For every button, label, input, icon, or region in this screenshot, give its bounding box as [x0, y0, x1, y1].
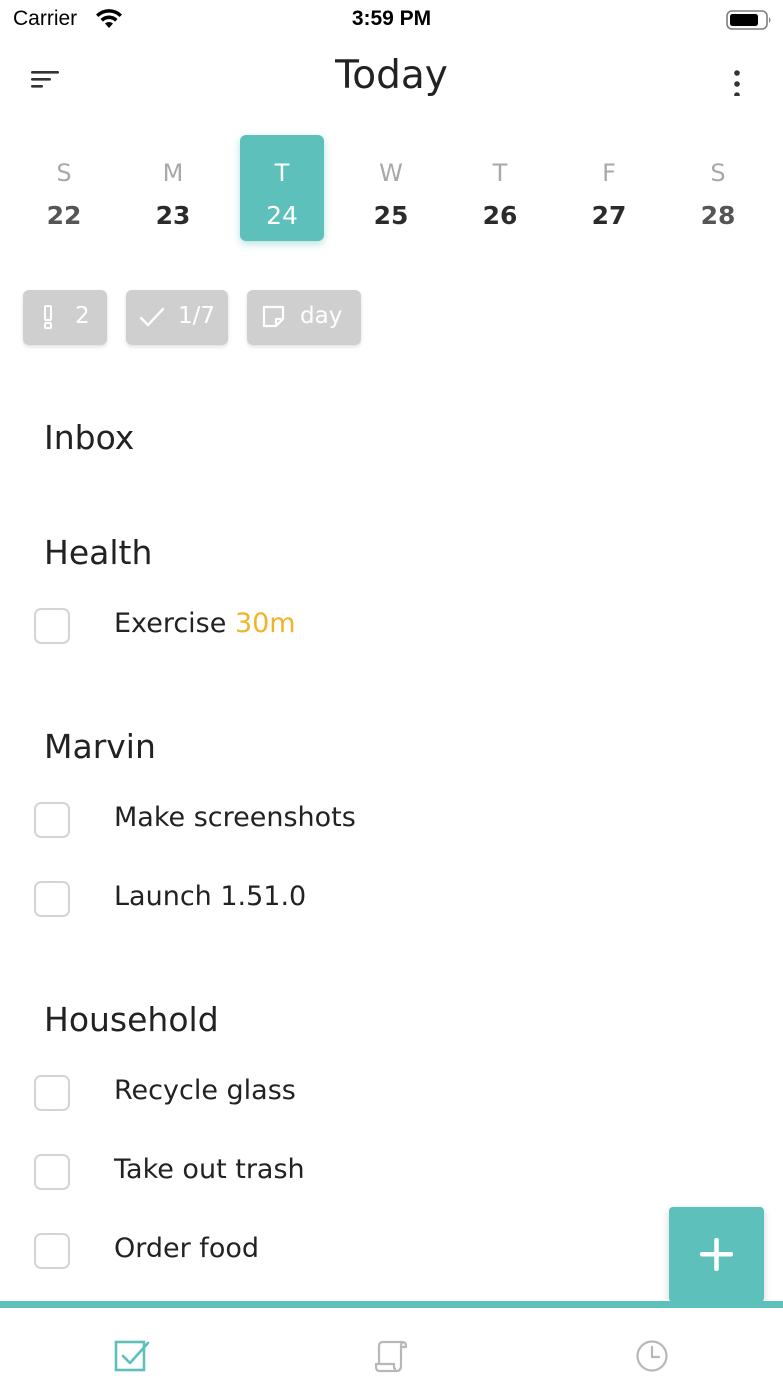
status-bar: Carrier 3:59 PM — [0, 0, 783, 40]
task-checkbox[interactable] — [34, 881, 70, 917]
task-checkbox[interactable] — [34, 1075, 70, 1111]
day-of-week: T — [274, 159, 290, 187]
day-of-week: S — [710, 159, 726, 187]
task-checkbox[interactable] — [34, 1154, 70, 1190]
priority-count: 2 — [75, 303, 90, 329]
section-title-health: Health — [44, 533, 153, 572]
task-label[interactable]: Recycle glass — [114, 1075, 296, 1106]
checkmark-icon — [138, 304, 166, 336]
day-date: 24 — [266, 201, 298, 230]
day-date: 28 — [700, 201, 736, 230]
tab-tasks[interactable] — [106, 1330, 156, 1380]
task-label[interactable]: Launch 1.51.0 — [114, 881, 306, 912]
task-checkbox[interactable] — [34, 802, 70, 838]
header: Today — [0, 48, 783, 108]
checkbox-tasks-icon — [114, 1340, 150, 1372]
note-icon — [261, 304, 287, 336]
exclamation-icon — [41, 304, 55, 336]
day-of-week: F — [602, 159, 616, 187]
section-title-marvin: Marvin — [44, 727, 156, 766]
task-checkbox[interactable] — [34, 608, 70, 644]
progress-count: 1/7 — [178, 303, 216, 329]
bottom-tab-bar — [0, 1301, 783, 1392]
day-date: 23 — [155, 201, 191, 230]
battery-icon — [726, 9, 774, 35]
day-note-chip[interactable]: day — [247, 290, 361, 345]
day-of-week: S — [56, 159, 72, 187]
task-row: Exercise 30m — [34, 608, 734, 652]
progress-chip[interactable]: 1/7 — [126, 290, 228, 345]
more-options-button[interactable] — [720, 56, 754, 98]
day-monday-23[interactable]: M 23 — [131, 135, 215, 241]
plus-icon — [700, 1238, 733, 1271]
task-label[interactable]: Exercise 30m — [114, 608, 296, 639]
task-duration: 30m — [234, 608, 296, 639]
day-friday-27[interactable]: F 27 — [567, 135, 651, 241]
section-title-inbox: Inbox — [44, 418, 135, 457]
day-date: 25 — [373, 201, 409, 230]
scroll-notes-icon — [374, 1340, 408, 1373]
day-saturday-28[interactable]: S 28 — [676, 135, 760, 241]
day-of-week: W — [379, 159, 403, 187]
more-vertical-icon — [734, 70, 740, 98]
clock-icon — [636, 1340, 668, 1372]
note-label: day — [300, 303, 343, 329]
day-wednesday-25[interactable]: W 25 — [349, 135, 433, 241]
day-date: 27 — [591, 201, 627, 230]
task-row: Launch 1.51.0 — [34, 881, 734, 925]
app-screen: Carrier 3:59 PM Today S 22 M 23 T 24 W 2… — [0, 0, 783, 1392]
task-row: Recycle glass — [34, 1075, 734, 1119]
status-time: 3:59 PM — [351, 7, 432, 30]
priority-chip[interactable]: 2 — [23, 290, 107, 345]
task-label[interactable]: Make screenshots — [114, 802, 356, 833]
page-title: Today — [335, 53, 448, 98]
day-date: 26 — [482, 201, 518, 230]
day-of-week: T — [492, 159, 508, 187]
task-row: Order food — [34, 1233, 734, 1277]
day-tuesday-24-selected[interactable]: T 24 — [240, 135, 324, 241]
day-of-week: M — [162, 159, 184, 187]
tab-time-tracking[interactable] — [627, 1330, 677, 1380]
day-thursday-26[interactable]: T 26 — [458, 135, 542, 241]
task-row: Make screenshots — [34, 802, 734, 846]
tab-notes[interactable] — [366, 1330, 416, 1380]
task-label[interactable]: Order food — [114, 1233, 259, 1264]
section-title-household: Household — [44, 1000, 219, 1039]
task-title: Exercise — [114, 608, 227, 639]
task-row: Take out trash — [34, 1154, 734, 1198]
task-checkbox[interactable] — [34, 1233, 70, 1269]
week-strip: S 22 M 23 T 24 W 25 T 26 F 27 S 28 — [0, 135, 783, 241]
day-date: 22 — [46, 201, 82, 230]
task-label[interactable]: Take out trash — [114, 1154, 305, 1185]
add-task-button[interactable] — [669, 1207, 764, 1302]
day-sunday-22[interactable]: S 22 — [22, 135, 106, 241]
